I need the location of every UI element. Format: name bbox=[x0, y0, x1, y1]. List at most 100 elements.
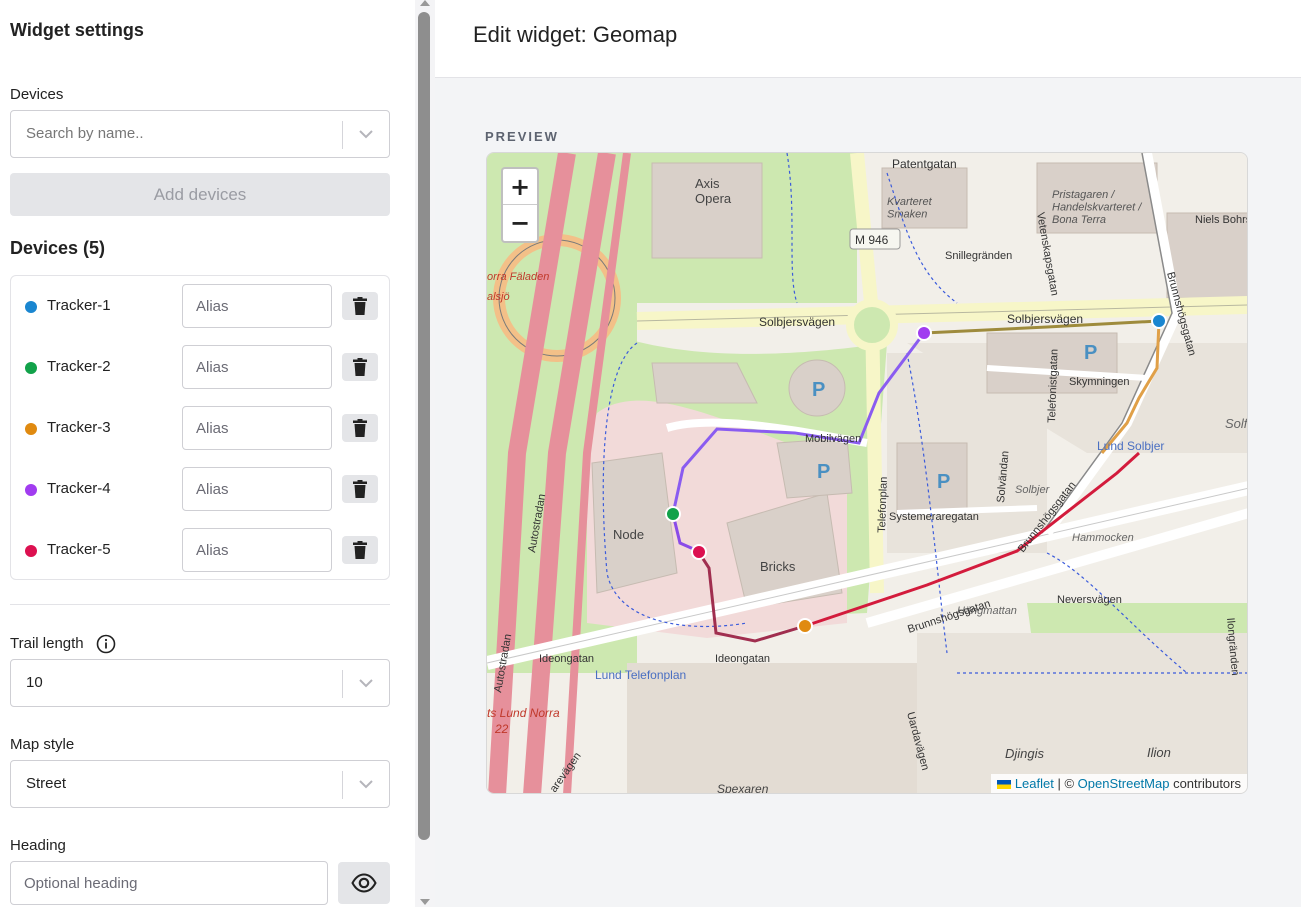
map-label: Solbjersvägen bbox=[759, 315, 835, 329]
map-style-select[interactable]: Street bbox=[10, 760, 390, 808]
device-search-select[interactable]: Search by name.. bbox=[10, 110, 390, 158]
map-label: orra Fäladen bbox=[487, 271, 549, 283]
info-icon[interactable] bbox=[96, 634, 116, 654]
device-row-tracker-1: Tracker-1 bbox=[11, 284, 389, 328]
device-list: Tracker-1 Tracker-2 Tracker-3 Tracker-4 … bbox=[10, 275, 390, 580]
map-label: Ideongatan bbox=[715, 653, 770, 665]
alias-input[interactable] bbox=[182, 528, 332, 572]
attribution-suffix: contributors bbox=[1169, 776, 1241, 791]
building bbox=[591, 452, 678, 594]
map-style-label: Map style bbox=[10, 736, 75, 753]
zoom-out-button[interactable]: − bbox=[503, 205, 537, 241]
alias-input[interactable] bbox=[182, 467, 332, 511]
map-label: Neversvägen bbox=[1057, 594, 1122, 606]
device-name: Tracker-2 bbox=[47, 358, 111, 375]
trash-icon bbox=[353, 419, 367, 437]
scrollbar-thumb[interactable] bbox=[418, 12, 430, 840]
map-label: Ideongatan bbox=[539, 653, 594, 665]
trash-icon bbox=[353, 358, 367, 376]
select-separator bbox=[342, 121, 343, 149]
building bbox=[896, 442, 968, 514]
topbar: Edit widget: Geomap bbox=[435, 0, 1301, 78]
section-divider bbox=[10, 604, 390, 605]
devices-label: Devices bbox=[10, 86, 64, 103]
delete-device-button[interactable] bbox=[342, 353, 378, 381]
alias-input[interactable] bbox=[182, 284, 332, 328]
devices-count-heading: Devices (5) bbox=[10, 238, 106, 258]
parking-icon: P bbox=[937, 471, 950, 493]
delete-device-button[interactable] bbox=[342, 475, 378, 503]
roundabout bbox=[846, 299, 898, 351]
delete-device-button[interactable] bbox=[342, 536, 378, 564]
chevron-down-icon[interactable] bbox=[355, 773, 377, 795]
map-label: Solf bbox=[1225, 416, 1248, 431]
map-label: alsjö bbox=[487, 291, 510, 303]
device-color-dot bbox=[25, 301, 37, 313]
ukraine-flag-icon bbox=[996, 780, 1011, 790]
device-row-tracker-4: Tracker-4 bbox=[11, 467, 389, 511]
map-label: Kvarteret Smaken bbox=[887, 196, 933, 221]
scroll-up-arrow[interactable] bbox=[420, 0, 430, 6]
openstreetmap-link[interactable]: OpenStreetMap bbox=[1078, 776, 1170, 791]
trash-icon bbox=[353, 480, 367, 498]
zoom-in-button[interactable]: + bbox=[503, 169, 537, 205]
map-label: Systemeraregatan bbox=[889, 511, 979, 523]
map-label: Hammocken bbox=[1072, 532, 1134, 544]
map-label: ts Lund Norra bbox=[487, 706, 560, 720]
chevron-down-icon[interactable] bbox=[355, 123, 377, 145]
heading-input[interactable] bbox=[10, 861, 328, 905]
residential-area bbox=[627, 663, 917, 793]
residential-area bbox=[917, 633, 1247, 793]
map-label: Bricks bbox=[760, 559, 796, 574]
map-preview[interactable]: P P P P Patentgatan Axis Opera Kvarteret S… bbox=[486, 152, 1248, 794]
device-row-tracker-3: Tracker-3 bbox=[11, 406, 389, 450]
device-name: Tracker-3 bbox=[47, 419, 111, 436]
device-name: Tracker-4 bbox=[47, 480, 111, 497]
map-canvas[interactable]: P P P P Patentgatan Axis Opera Kvarteret S… bbox=[487, 153, 1248, 794]
leaflet-link[interactable]: Leaflet bbox=[1015, 776, 1054, 791]
preview-label: PREVIEW bbox=[485, 129, 559, 144]
panel-title: Widget settings bbox=[10, 20, 144, 40]
marker-tracker-3 bbox=[797, 618, 813, 634]
marker-tracker-2 bbox=[665, 506, 681, 522]
trail-length-select[interactable]: 10 bbox=[10, 659, 390, 707]
building bbox=[776, 437, 853, 499]
zoom-control: + − bbox=[501, 167, 539, 243]
map-label: Solbjersvägen bbox=[1007, 312, 1083, 326]
alias-input[interactable] bbox=[182, 345, 332, 389]
map-label: Lund Telefonplan bbox=[595, 668, 686, 682]
alias-input[interactable] bbox=[182, 406, 332, 450]
map-label: Mobilvägen bbox=[805, 433, 861, 445]
toggle-heading-visibility-button[interactable] bbox=[338, 862, 390, 904]
scroll-down-arrow[interactable] bbox=[420, 899, 430, 905]
map-label: Snillegränden bbox=[945, 250, 1012, 262]
attribution-separator: | © bbox=[1053, 776, 1078, 791]
device-row-tracker-5: Tracker-5 bbox=[11, 528, 389, 572]
trail-length-value: 10 bbox=[26, 674, 43, 691]
map-attribution: Leaflet | © OpenStreetMap contributors bbox=[990, 774, 1247, 793]
map-label: Ilion bbox=[1147, 745, 1171, 760]
device-color-dot bbox=[25, 423, 37, 435]
device-search-placeholder: Search by name.. bbox=[26, 125, 144, 142]
map-label: Telefonplan bbox=[876, 476, 890, 533]
delete-device-button[interactable] bbox=[342, 414, 378, 442]
delete-device-button[interactable] bbox=[342, 292, 378, 320]
map-label: Node bbox=[613, 527, 644, 542]
map-label: Patentgatan bbox=[892, 157, 957, 171]
parking-icon: P bbox=[1084, 342, 1097, 364]
marker-tracker-4 bbox=[916, 325, 932, 341]
map-label: M 946 bbox=[855, 233, 889, 247]
map-label: 22 bbox=[494, 722, 509, 736]
map-label: Niels Bohrs bbox=[1195, 214, 1248, 226]
device-color-dot bbox=[25, 362, 37, 374]
device-color-dot bbox=[25, 545, 37, 557]
trash-icon bbox=[353, 297, 367, 315]
device-row-tracker-2: Tracker-2 bbox=[11, 345, 389, 389]
map-label: Skymningen bbox=[1069, 376, 1130, 388]
add-devices-button[interactable]: Add devices bbox=[10, 173, 390, 216]
trail-length-label: Trail length bbox=[10, 635, 84, 652]
eye-icon bbox=[351, 873, 377, 893]
widget-settings-panel: Widget settings Devices Search by name..… bbox=[0, 0, 415, 907]
marker-tracker-5 bbox=[691, 544, 707, 560]
chevron-down-icon[interactable] bbox=[355, 672, 377, 694]
